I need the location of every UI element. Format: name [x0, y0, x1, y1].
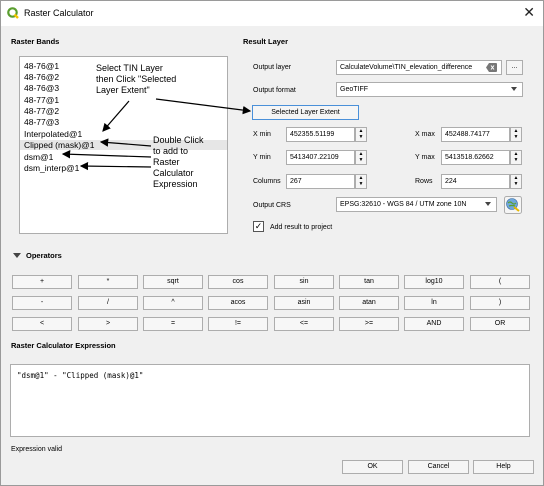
window-title: Raster Calculator	[24, 8, 94, 18]
band-item[interactable]: Interpolated@1	[24, 129, 82, 139]
op-open-paren-button[interactable]: (	[470, 275, 530, 289]
op-equals-button[interactable]: =	[143, 317, 203, 331]
add-result-checkbox[interactable]: ✓	[253, 221, 264, 232]
help-button[interactable]: Help	[473, 460, 534, 474]
browse-button[interactable]: ...	[506, 60, 523, 75]
spin-down-icon[interactable]: ▼	[514, 134, 519, 140]
spin-down-icon[interactable]: ▼	[359, 181, 364, 187]
band-item[interactable]: dsm_interp@1	[24, 163, 79, 173]
expression-editor[interactable]: "dsm@1" - "Clipped (mask)@1"	[10, 364, 530, 437]
title-bar: Raster Calculator ✕	[1, 1, 543, 26]
xmin-label: X min	[253, 131, 271, 138]
rows-label: Rows	[415, 178, 433, 185]
output-crs-value: EPSG:32610 - WGS 84 / UTM zone 10N	[340, 201, 467, 208]
spin-down-icon[interactable]: ▼	[359, 157, 364, 163]
selected-layer-extent-button[interactable]: Selected Layer Extent	[252, 105, 359, 120]
op-asin-button[interactable]: asin	[274, 296, 334, 310]
ok-button[interactable]: OK	[342, 460, 403, 474]
op-close-paren-button[interactable]: )	[470, 296, 530, 310]
result-layer-heading: Result Layer	[243, 37, 289, 46]
xmin-spinner[interactable]: ▲ ▼	[355, 127, 367, 142]
op-sin-button[interactable]: sin	[274, 275, 334, 289]
clear-icon[interactable]	[486, 63, 497, 72]
op-minus-button[interactable]: -	[12, 296, 72, 310]
annotation-double-click: Double Click to add to Raster Calculator…	[153, 135, 204, 189]
ymax-spinner[interactable]: ▲ ▼	[510, 150, 522, 165]
columns-label: Columns	[253, 178, 281, 185]
chevron-down-icon	[485, 202, 491, 206]
ymin-spinner[interactable]: ▲ ▼	[355, 150, 367, 165]
op-or-button[interactable]: OR	[470, 317, 530, 331]
spin-down-icon[interactable]: ▼	[514, 181, 519, 187]
output-crs-select[interactable]: EPSG:32610 - WGS 84 / UTM zone 10N	[336, 197, 497, 212]
ymax-field[interactable]: 5413518.62662	[441, 150, 510, 165]
band-item[interactable]: 48-76@3	[24, 83, 59, 93]
ymax-label: Y max	[415, 154, 435, 161]
output-layer-value: CalculateVolume\TIN_elevation_difference	[340, 64, 473, 71]
op-cos-button[interactable]: cos	[208, 275, 268, 289]
chevron-down-icon	[511, 87, 517, 91]
op-less-equal-button[interactable]: <=	[274, 317, 334, 331]
band-item[interactable]: 48-77@3	[24, 117, 59, 127]
op-log10-button[interactable]: log10	[404, 275, 464, 289]
op-plus-button[interactable]: +	[12, 275, 72, 289]
op-atan-button[interactable]: atan	[339, 296, 399, 310]
columns-field[interactable]: 267	[286, 174, 355, 189]
xmin-field[interactable]: 452355.51199	[286, 127, 355, 142]
spin-down-icon[interactable]: ▼	[359, 134, 364, 140]
annotation-select-tin: Select TIN Layer then Click "Selected La…	[96, 63, 177, 95]
xmax-label: X max	[415, 131, 435, 138]
band-item[interactable]: 48-77@2	[24, 106, 59, 116]
columns-spinner[interactable]: ▲ ▼	[355, 174, 367, 189]
ymin-field[interactable]: 5413407.22109	[286, 150, 355, 165]
output-layer-field[interactable]: CalculateVolume\TIN_elevation_difference	[336, 60, 502, 75]
band-item[interactable]: 48-76@2	[24, 72, 59, 82]
expression-status: Expression valid	[11, 446, 62, 453]
op-less-than-button[interactable]: <	[12, 317, 72, 331]
qgis-icon	[7, 7, 19, 19]
op-and-button[interactable]: AND	[404, 317, 464, 331]
expression-heading: Raster Calculator Expression	[11, 341, 116, 350]
band-item[interactable]: 48-77@1	[24, 95, 59, 105]
raster-calculator-dialog: Raster Calculator ✕ Raster Bands 48-76@1…	[0, 0, 544, 486]
close-icon[interactable]: ✕	[523, 4, 535, 21]
op-divide-button[interactable]: /	[78, 296, 138, 310]
ymin-label: Y min	[253, 154, 271, 161]
op-greater-than-button[interactable]: >	[78, 317, 138, 331]
output-format-value: GeoTIFF	[340, 86, 369, 93]
cancel-button[interactable]: Cancel	[408, 460, 469, 474]
raster-bands-heading: Raster Bands	[11, 37, 60, 46]
op-greater-equal-button[interactable]: >=	[339, 317, 399, 331]
output-format-select[interactable]: GeoTIFF	[336, 82, 523, 97]
op-multiply-button[interactable]: *	[78, 275, 138, 289]
xmax-spinner[interactable]: ▲ ▼	[510, 127, 522, 142]
rows-spinner[interactable]: ▲ ▼	[510, 174, 522, 189]
op-sqrt-button[interactable]: sqrt	[143, 275, 203, 289]
band-item[interactable]: 48-76@1	[24, 61, 59, 71]
operators-heading: Operators	[26, 251, 62, 260]
collapse-chevron-icon[interactable]	[13, 253, 21, 258]
add-result-label: Add result to project	[270, 224, 333, 231]
crs-selector-icon[interactable]	[504, 196, 522, 214]
band-item[interactable]: dsm@1	[24, 152, 53, 162]
output-format-label: Output format	[253, 87, 296, 94]
op-acos-button[interactable]: acos	[208, 296, 268, 310]
op-power-button[interactable]: ^	[143, 296, 203, 310]
output-layer-label: Output layer	[253, 64, 292, 71]
expression-text: "dsm@1" - "Clipped (mask)@1"	[17, 371, 144, 380]
output-crs-label: Output CRS	[253, 202, 291, 209]
op-ln-button[interactable]: ln	[404, 296, 464, 310]
xmax-field[interactable]: 452488.74177	[441, 127, 510, 142]
op-not-equal-button[interactable]: !=	[208, 317, 268, 331]
op-tan-button[interactable]: tan	[339, 275, 399, 289]
rows-field[interactable]: 224	[441, 174, 510, 189]
spin-down-icon[interactable]: ▼	[514, 157, 519, 163]
